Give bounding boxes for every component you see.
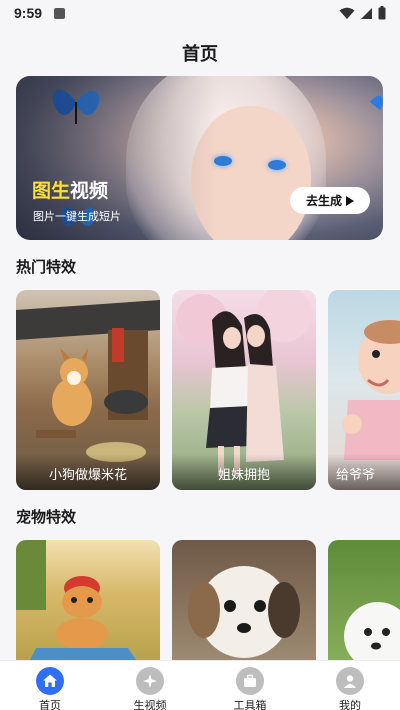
effect-card-label: 小狗做爆米花 bbox=[16, 454, 160, 490]
pet-card-puppy[interactable] bbox=[172, 540, 316, 660]
effect-card-grandpa[interactable]: 给爷爷 bbox=[328, 290, 400, 490]
effect-card-dog-popcorn[interactable]: 小狗做爆米花 bbox=[16, 290, 160, 490]
pet-card-puppy-illustration bbox=[188, 566, 300, 658]
pet-card-cat-illustration bbox=[16, 540, 136, 660]
tab-home-label: 首页 bbox=[39, 699, 61, 710]
tab-toolbox[interactable]: 工具箱 bbox=[210, 661, 290, 710]
pet-card-white-dog[interactable] bbox=[328, 540, 400, 660]
status-bar: 9:59 bbox=[0, 0, 400, 28]
tab-generate-video-label: 生视频 bbox=[133, 699, 167, 710]
bottom-tab-bar: 首页 生视频 工具箱 我的 bbox=[0, 660, 400, 710]
go-generate-label: 去生成 bbox=[305, 194, 342, 208]
signal-icon bbox=[361, 7, 372, 19]
effect-card-label: 给爷爷 bbox=[328, 454, 400, 490]
status-indicators bbox=[339, 6, 386, 20]
tab-mine-label: 我的 bbox=[339, 699, 361, 710]
battery-icon bbox=[378, 6, 386, 20]
notification-icon bbox=[54, 8, 65, 19]
tab-toolbox-label: 工具箱 bbox=[233, 699, 267, 710]
pet-card-cat-scooter[interactable] bbox=[16, 540, 160, 660]
home-icon bbox=[36, 667, 64, 695]
play-arrow-icon bbox=[346, 195, 354, 206]
go-generate-button[interactable]: 去生成 bbox=[290, 187, 370, 214]
banner-image-to-video[interactable]: 图生视频 图片一键生成短片 bbox=[16, 76, 383, 240]
banner-title: 图生视频 bbox=[32, 176, 108, 203]
effect-card-label: 姐妹拥抱 bbox=[172, 454, 316, 490]
banner-subtitle: 图片一键生成短片 bbox=[33, 210, 121, 223]
status-time: 9:59 bbox=[14, 5, 43, 21]
page-title: 首页 bbox=[182, 44, 218, 65]
section-title-pet: 宠物特效 bbox=[16, 508, 77, 526]
toolbox-icon bbox=[236, 667, 264, 695]
banner-title-highlight: 图生 bbox=[32, 180, 71, 202]
sparkle-icon bbox=[136, 667, 164, 695]
effect-card-sisters-hug[interactable]: 姐妹拥抱 bbox=[172, 290, 316, 490]
section-title-hot: 热门特效 bbox=[16, 258, 77, 276]
tab-home[interactable]: 首页 bbox=[10, 661, 90, 710]
banner-title-rest: 视频 bbox=[70, 180, 109, 202]
tab-mine[interactable]: 我的 bbox=[310, 661, 390, 710]
tab-generate-video[interactable]: 生视频 bbox=[110, 661, 190, 710]
pet-card-white-dog-illustration bbox=[344, 602, 400, 660]
user-icon bbox=[336, 667, 364, 695]
wifi-icon bbox=[339, 7, 355, 19]
